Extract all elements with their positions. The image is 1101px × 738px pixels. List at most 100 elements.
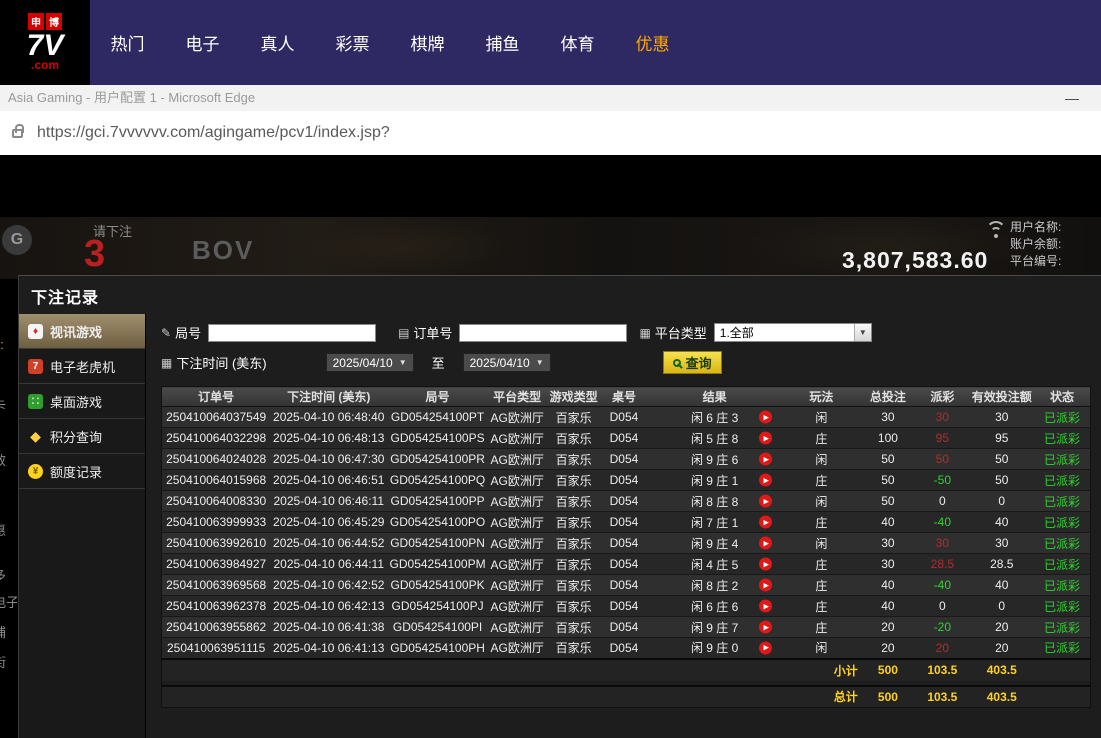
window-titlebar: Asia Gaming - 用户配置 1 - Microsoft Edge — (0, 85, 1101, 111)
background-text-fragment: 效 (0, 450, 6, 469)
account-info: 用户名称: 账户余额: 平台编号: (1010, 219, 1061, 270)
replay-video-icon[interactable]: ▶ (759, 474, 772, 487)
sidebar-item-table-games[interactable]: ∷ 桌面游戏 (19, 384, 145, 419)
play-type-cell: 闲 (782, 638, 861, 659)
to-label: 至 (432, 353, 445, 372)
panel-title: 下注记录 (19, 276, 1101, 314)
replay-video-icon[interactable]: ▶ (759, 432, 772, 445)
column-header: 下注时间 (美东) (270, 387, 387, 407)
stage: G 请下注 3 BOV 用户名称: 账户余额: 平台编号: 3,807,583.… (0, 155, 1101, 738)
coin-icon: ¥ (28, 464, 43, 479)
play-type-cell: 闲 (782, 491, 861, 512)
nav-item[interactable]: 电子 (165, 30, 240, 55)
replay-video-icon[interactable]: ▶ (759, 453, 772, 466)
background-text-fragment: 0: (0, 337, 4, 352)
replay-video-icon[interactable]: ▶ (759, 600, 772, 613)
table-row: 2504100640375492025-04-10 06:48:40GD0542… (162, 407, 1091, 428)
sidebar-item-credit-records[interactable]: ¥ 额度记录 (19, 454, 145, 489)
platform-type-select[interactable]: 1.全部 ▼ (714, 323, 872, 342)
result-cell: 闲 8 庄 8▶ (647, 491, 782, 512)
url-text[interactable]: https://gci.7vvvvvv.com/agingame/pcv1/in… (37, 124, 390, 142)
result-cell: 闲 7 庄 1▶ (647, 512, 782, 533)
result-text: 闲 5 庄 8 (691, 432, 738, 446)
valid-bet-cell: 30 (970, 407, 1034, 428)
play-type-cell: 庄 (782, 617, 861, 638)
replay-video-icon[interactable]: ▶ (759, 579, 772, 592)
play-type-cell: 庄 (782, 470, 861, 491)
sidebar-item-label: 视讯游戏 (50, 322, 102, 341)
records-header-row: 订单号下注时间 (美东)局号平台类型游戏类型桌号结果玩法总投注派彩有效投注额状态 (162, 387, 1091, 407)
date-from-picker[interactable]: 2025/04/10 ▼ (326, 353, 414, 372)
nav-item[interactable]: 彩票 (315, 30, 390, 55)
table-row: 2504100639623782025-04-10 06:42:13GD0542… (162, 596, 1091, 617)
filter-row-1: ✎ 局号 ▤ 订单号 ▦ 平台类型 (146, 323, 1101, 342)
records-table: 订单号下注时间 (美东)局号平台类型游戏类型桌号结果玩法总投注派彩有效投注额状态… (161, 386, 1091, 708)
status-cell: 已派彩 (1034, 638, 1090, 659)
result-cell: 闲 9 庄 0 ▶ (647, 638, 782, 659)
background-text-fragment: 捕 (0, 622, 6, 641)
payout-cell: 30 (915, 407, 969, 428)
label-text: 订单号 (413, 323, 452, 342)
round-cell: GD054254100PQ (387, 470, 488, 491)
search-button[interactable]: 查询 (663, 351, 722, 374)
lock-icon (12, 129, 23, 138)
time-cell: 2025-04-10 06:44:52 (270, 533, 387, 554)
nav-item[interactable]: 真人 (240, 30, 315, 55)
nav-item[interactable]: 优惠 (615, 30, 690, 55)
column-header: 结果 (647, 387, 782, 407)
replay-video-icon[interactable]: ▶ (759, 641, 772, 654)
table-row: 2504100640322982025-04-10 06:48:13GD0542… (162, 428, 1091, 449)
total-bet-cell: 50 (861, 470, 915, 491)
payout-cell: 20 (915, 638, 969, 659)
replay-video-icon[interactable]: ▶ (759, 621, 772, 634)
table-number-cell: D054 (601, 596, 647, 617)
valid-bet-cell: 0 (970, 596, 1034, 617)
replay-video-icon[interactable]: ▶ (759, 537, 772, 550)
countdown-number: 3 (84, 233, 105, 276)
time-cell: 2025-04-10 06:46:51 (270, 470, 387, 491)
column-header: 游戏类型 (546, 387, 600, 407)
round-cell: GD054254100PR (387, 449, 488, 470)
round-number-input[interactable] (208, 324, 376, 342)
order-number-input[interactable] (459, 324, 627, 342)
play-type-cell: 庄 (782, 428, 861, 449)
result-text: 闲 4 庄 5 (691, 558, 738, 572)
replay-video-icon[interactable]: ▶ (759, 411, 772, 424)
date-to-picker[interactable]: 2025/04/10 ▼ (463, 353, 551, 372)
round-number-label: ✎ 局号 (161, 323, 201, 342)
nav-item[interactable]: 热门 (90, 30, 165, 55)
table-number-cell: D054 (601, 470, 647, 491)
result-text: 闲 9 庄 1 (691, 474, 738, 488)
nav-item[interactable]: 体育 (540, 30, 615, 55)
result-text: 闲 9 庄 0 (691, 641, 738, 655)
brand-logo[interactable]: 申 博 7V .com (0, 0, 90, 85)
replay-video-icon[interactable]: ▶ (759, 495, 772, 508)
order-cell: 250410064037549 (162, 407, 271, 428)
time-cell: 2025-04-10 06:42:52 (270, 575, 387, 596)
total-bet: 500 (861, 686, 915, 708)
logo-badges: 申 博 (28, 13, 62, 30)
selected-platform: 1.全部 (720, 324, 754, 341)
table-number-cell: D054 (601, 449, 647, 470)
payout-cell: -20 (915, 617, 969, 638)
sidebar-item-slots[interactable]: 7 电子老虎机 (19, 349, 145, 384)
table-number-cell: D054 (601, 428, 647, 449)
minimize-button[interactable]: — (1065, 85, 1079, 111)
replay-video-icon[interactable]: ▶ (759, 558, 772, 571)
table-number-cell: D054 (601, 554, 647, 575)
result-text: 闲 9 庄 7 (691, 621, 738, 635)
round-cell: GD054254100PK (387, 575, 488, 596)
valid-bet-cell: 50 (970, 470, 1034, 491)
nav-item[interactable]: 捕鱼 (465, 30, 540, 55)
sidebar-item-points-query[interactable]: ◆ 积分查询 (19, 419, 145, 454)
replay-video-icon[interactable]: ▶ (759, 516, 772, 529)
column-header: 派彩 (915, 387, 969, 407)
platform-cell: AG欧洲厅 (488, 491, 546, 512)
result-cell: 闲 6 庄 3▶ (647, 407, 782, 428)
total-bet-cell: 30 (861, 554, 915, 575)
result-cell: 闲 9 庄 7 ▶ (647, 617, 782, 638)
nav-item[interactable]: 棋牌 (390, 30, 465, 55)
sidebar-item-video-games[interactable]: ♦ 视讯游戏 (19, 314, 145, 349)
status-cell: 已派彩 (1034, 407, 1090, 428)
grid-icon: ▦ (639, 326, 650, 340)
